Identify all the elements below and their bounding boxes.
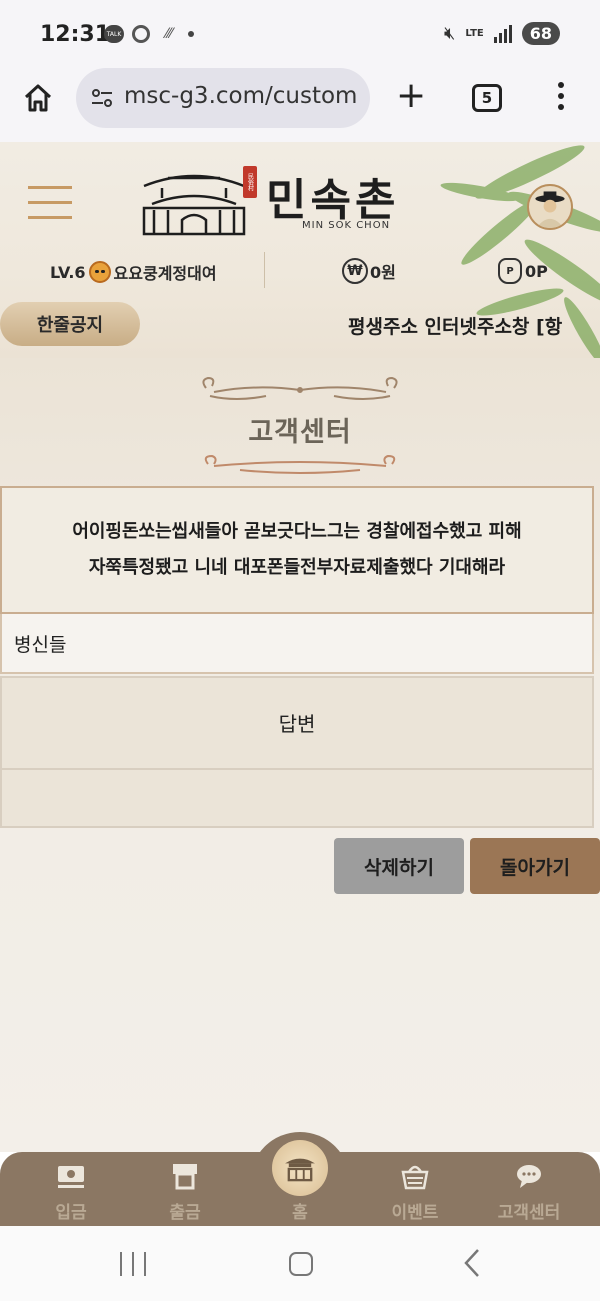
- inquiry-line-2: 자쭉특정됐고 니네 대포폰들전부자료제출했다 기대해라: [88, 557, 506, 578]
- user-level: LV.6 요요쿵계정대여: [50, 260, 217, 284]
- won-icon: ₩: [342, 258, 368, 284]
- balance-points: P 0P: [498, 258, 548, 284]
- address-bar[interactable]: msc-g3.com/custom: [76, 68, 370, 128]
- notification-icons: TALK ⁄⁄⁄: [104, 25, 194, 43]
- talk-icon: TALK: [104, 25, 124, 43]
- page-title: 고객센터: [248, 417, 352, 448]
- back-button[interactable]: 돌아가기: [470, 838, 600, 894]
- nav-deposit-label: 입금: [55, 1203, 87, 1223]
- ornament-top: [202, 376, 398, 400]
- tab-switcher-button[interactable]: 5: [472, 84, 502, 112]
- menu-hamburger-icon[interactable]: [28, 186, 72, 220]
- system-nav-bar: [0, 1226, 600, 1301]
- deposit-icon: [58, 1166, 84, 1188]
- nav-withdraw-label: 출금: [169, 1203, 201, 1223]
- home-icon[interactable]: [22, 82, 54, 114]
- nav-event[interactable]: 이벤트: [360, 1162, 470, 1223]
- dot-icon: [188, 31, 194, 37]
- signal-icon: [493, 24, 512, 43]
- answer-label: 답변: [278, 712, 316, 736]
- username-text: 요요쿵계정대여: [113, 264, 217, 283]
- scholar-avatar-icon: [535, 191, 565, 228]
- url-text[interactable]: msc-g3.com/custom: [124, 83, 364, 109]
- event-basket-icon: [401, 1165, 429, 1190]
- more-menu-icon[interactable]: [555, 82, 567, 112]
- chrome-icon: [132, 25, 150, 43]
- delete-button[interactable]: 삭제하기: [334, 838, 464, 894]
- mask-icon: [88, 261, 111, 283]
- ornament-bottom: [204, 454, 396, 474]
- inquiry-content: 어이핑돈쏘는씹새들아 곧보긋다느그는 경찰에접수했고 피해 자쭉특정됐고 니네 …: [0, 486, 594, 614]
- site-settings-icon[interactable]: [90, 86, 114, 110]
- status-bar: 12:31 TALK ⁄⁄⁄ 🔇︎ LTE 68: [0, 0, 600, 68]
- user-avatar[interactable]: [527, 184, 573, 230]
- mute-icon: 🔇︎: [444, 23, 456, 44]
- system-home-icon[interactable]: [289, 1252, 313, 1276]
- browser-toolbar: msc-g3.com/custom + 5: [0, 68, 600, 142]
- money-value: 0원: [370, 263, 396, 282]
- nav-support-label: 고객센터: [497, 1203, 561, 1223]
- nav-withdraw[interactable]: 출금: [130, 1162, 240, 1223]
- nav-deposit[interactable]: 입금: [16, 1162, 126, 1223]
- site-header: 民俗村 민속촌 MIN SOK CHON LV.6 요요쿵계정대여 ₩ 0원 P…: [0, 142, 600, 358]
- recents-icon[interactable]: [120, 1252, 146, 1276]
- answer-box: 답변: [0, 676, 594, 828]
- slash-icon: ⁄⁄⁄: [165, 26, 173, 42]
- nav-home-label: 홈: [292, 1203, 308, 1223]
- status-right: 🔇︎ LTE 68: [444, 22, 560, 45]
- new-tab-icon[interactable]: +: [396, 78, 426, 114]
- notice-marquee-text: 평생주소 인터넷주소창 [항: [348, 316, 563, 338]
- withdraw-icon: [173, 1164, 197, 1190]
- nav-event-label: 이벤트: [391, 1203, 439, 1223]
- status-time: 12:31: [40, 22, 111, 47]
- chat-support-icon: [517, 1165, 541, 1188]
- battery-level: 68: [521, 22, 560, 45]
- points-value: 0P: [525, 261, 548, 281]
- home-palace-icon: [285, 1158, 315, 1182]
- divider: [264, 252, 265, 288]
- nav-home[interactable]: [272, 1140, 328, 1196]
- level-text: LV.6: [50, 262, 86, 282]
- site-logo-subtitle: MIN SOK CHON: [302, 220, 391, 231]
- palace-logo-icon[interactable]: [138, 164, 250, 236]
- points-bag-icon: P: [498, 258, 522, 284]
- inquiry-subject: 병신들: [0, 614, 594, 674]
- answer-divider: [2, 768, 592, 770]
- inquiry-line-1: 어이핑돈쏘는씹새들아 곧보긋다느그는 경찰에접수했고 피해: [72, 521, 522, 542]
- balance-money: ₩ 0원: [342, 258, 396, 284]
- logo-seal: 民俗村: [243, 166, 257, 198]
- site-logo-text[interactable]: 민속촌: [266, 164, 399, 228]
- network-type: LTE: [465, 27, 484, 39]
- notice-label-button[interactable]: 한줄공지: [0, 302, 140, 346]
- back-icon[interactable]: [462, 1248, 482, 1278]
- nav-support[interactable]: 고객센터: [474, 1162, 584, 1223]
- customer-center-content: 고객센터 어이핑돈쏘는씹새들아 곧보긋다느그는 경찰에접수했고 피해 자쭉특정됐…: [0, 358, 600, 1152]
